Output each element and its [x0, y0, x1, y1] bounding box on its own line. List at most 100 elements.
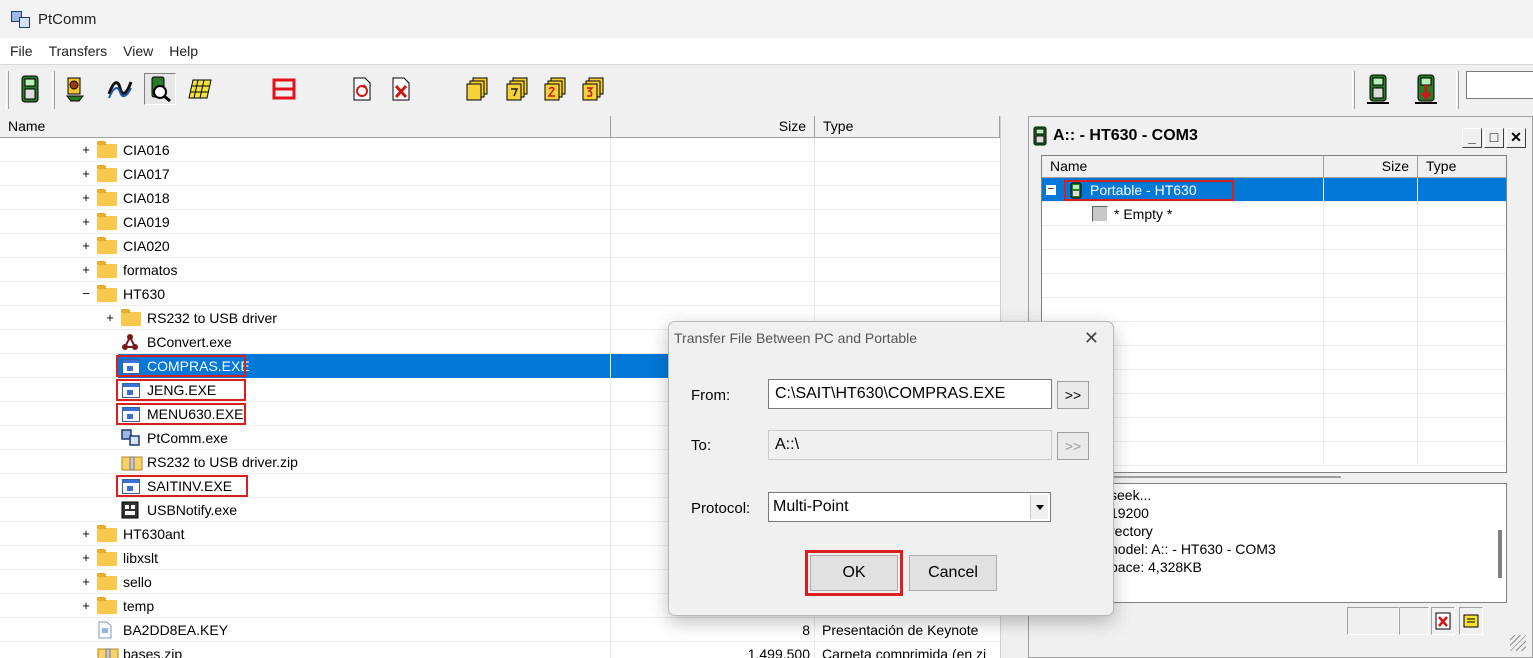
portable-empty-row[interactable]: * Empty * [1042, 202, 1506, 226]
from-label: From: [691, 387, 731, 404]
folder-icon [97, 213, 117, 231]
table-row[interactable]: + CIA020 [0, 234, 1000, 258]
portable-window-titlebar[interactable]: A:: - HT630 - COM3 [1033, 123, 1523, 149]
expand-toggle[interactable]: + [80, 239, 92, 253]
maximize-button[interactable]: □ [1484, 128, 1504, 148]
column-header-type[interactable]: Type [1418, 156, 1506, 178]
close-button[interactable]: ✕ [1506, 128, 1526, 148]
highlight-box [116, 379, 246, 401]
log-scrollbar[interactable] [1498, 530, 1502, 578]
row-name: USBNotify.exe [147, 502, 237, 518]
portable-icon[interactable] [14, 73, 46, 105]
table-row[interactable]: + formatos [0, 258, 1000, 282]
folder-icon [97, 189, 117, 207]
portable-window-title: A:: - HT630 - COM3 [1053, 127, 1198, 144]
expand-toggle[interactable]: + [80, 551, 92, 565]
menu-view[interactable]: View [115, 43, 161, 59]
protocol-select[interactable]: Multi-Point [768, 492, 1051, 522]
column-header-size[interactable]: Size [1324, 156, 1418, 178]
status-note-icon[interactable] [1459, 607, 1483, 635]
table-row[interactable]: + CIA018 [0, 186, 1000, 210]
connect-icon[interactable] [60, 73, 92, 105]
refresh-icon[interactable] [346, 73, 378, 105]
split-icon[interactable] [268, 73, 300, 105]
portable-icon [1070, 182, 1082, 199]
expand-toggle[interactable]: + [104, 311, 116, 325]
file-group-3-icon[interactable] [578, 73, 610, 105]
protocol-label: Protocol: [691, 500, 751, 517]
log-line: pace: 4,328KB [1110, 559, 1202, 575]
table-row[interactable]: BA2DD8EA.KEY 8 Presentación de Keynote [0, 618, 1000, 642]
resize-grip[interactable] [1510, 635, 1526, 651]
expand-toggle[interactable]: + [80, 215, 92, 229]
toolbar-combo-input[interactable] [1466, 71, 1533, 99]
row-name: sello [123, 574, 152, 590]
file-group-1-icon[interactable] [462, 73, 494, 105]
row-name: BA2DD8EA.KEY [123, 622, 229, 638]
to-browse-button[interactable]: >> [1057, 432, 1089, 460]
row-name: CIA016 [123, 142, 170, 158]
toolbar-grip[interactable] [52, 71, 55, 109]
keynote-file-icon [97, 621, 117, 639]
table-row[interactable]: bases.zip 1.499.500 Carpeta comprimida (en… [0, 642, 1000, 658]
dialog-close-icon[interactable]: ✕ [1084, 328, 1099, 349]
toolbar-grip[interactable] [1352, 71, 1355, 109]
to-field[interactable]: A::\ [768, 430, 1052, 460]
to-label: To: [691, 437, 712, 454]
signal-icon[interactable] [104, 73, 136, 105]
menu-file[interactable]: File [2, 43, 41, 59]
cancel-button[interactable]: Cancel [909, 555, 997, 591]
receive-icon[interactable] [1410, 73, 1442, 105]
folder-icon [97, 261, 117, 279]
menu-transfers[interactable]: Transfers [41, 43, 116, 59]
row-type: Carpeta comprimida (en zi [822, 646, 987, 658]
expand-toggle[interactable]: + [80, 143, 92, 157]
expand-toggle[interactable]: + [80, 575, 92, 589]
ok-button[interactable]: OK [810, 555, 898, 591]
column-header-type[interactable]: Type [815, 116, 1000, 138]
table-row[interactable]: + CIA019 [0, 210, 1000, 234]
portable-list-header: Name Size Type [1042, 156, 1506, 178]
bconvert-icon [121, 333, 141, 351]
dialog-title: Transfer File Between PC and Portable [674, 330, 918, 346]
table-row[interactable]: + CIA016 [0, 138, 1000, 162]
toolbar-grip[interactable] [6, 71, 9, 109]
folder-icon [97, 237, 117, 255]
find-portable-icon[interactable] [144, 73, 176, 105]
column-header-size[interactable]: Size [611, 116, 815, 138]
protocol-select-value: Multi-Point [773, 498, 849, 515]
grid-icon[interactable] [184, 73, 216, 105]
collapse-toggle[interactable]: − [80, 287, 92, 301]
from-browse-button[interactable]: >> [1057, 381, 1089, 409]
expand-toggle[interactable]: + [80, 167, 92, 181]
expand-toggle[interactable]: + [80, 191, 92, 205]
folder-icon [97, 165, 117, 183]
status-cell [1347, 607, 1399, 635]
table-row[interactable]: + CIA017 [0, 162, 1000, 186]
table-row[interactable]: − HT630 [0, 282, 1000, 306]
highlight-box [116, 403, 246, 425]
folder-icon [121, 309, 141, 327]
from-field[interactable]: C:\SAIT\HT630\COMPRAS.EXE [768, 379, 1052, 409]
menu-help[interactable]: Help [161, 43, 206, 59]
portable-root-row[interactable]: − Portable - HT630 [1042, 178, 1506, 202]
toolbar [0, 64, 1533, 116]
folder-icon [97, 573, 117, 591]
toolbar-grip[interactable] [1456, 71, 1459, 109]
log-line: rectory [1110, 523, 1153, 539]
file-group-7-icon[interactable] [502, 73, 534, 105]
folder-icon [97, 549, 117, 567]
expand-toggle[interactable]: + [80, 263, 92, 277]
list-item [1042, 250, 1506, 274]
send-icon[interactable] [1362, 73, 1394, 105]
status-delete-icon[interactable] [1431, 607, 1455, 635]
column-header-name[interactable]: Name [1042, 156, 1324, 178]
expand-toggle[interactable]: + [80, 527, 92, 541]
chevron-down-icon[interactable] [1030, 495, 1048, 519]
collapse-toggle[interactable]: − [1046, 184, 1056, 195]
minimize-button[interactable]: _ [1462, 128, 1482, 148]
expand-toggle[interactable]: + [80, 599, 92, 613]
file-group-2-icon[interactable] [540, 73, 572, 105]
column-header-name[interactable]: Name [0, 116, 611, 138]
delete-icon[interactable] [385, 73, 417, 105]
